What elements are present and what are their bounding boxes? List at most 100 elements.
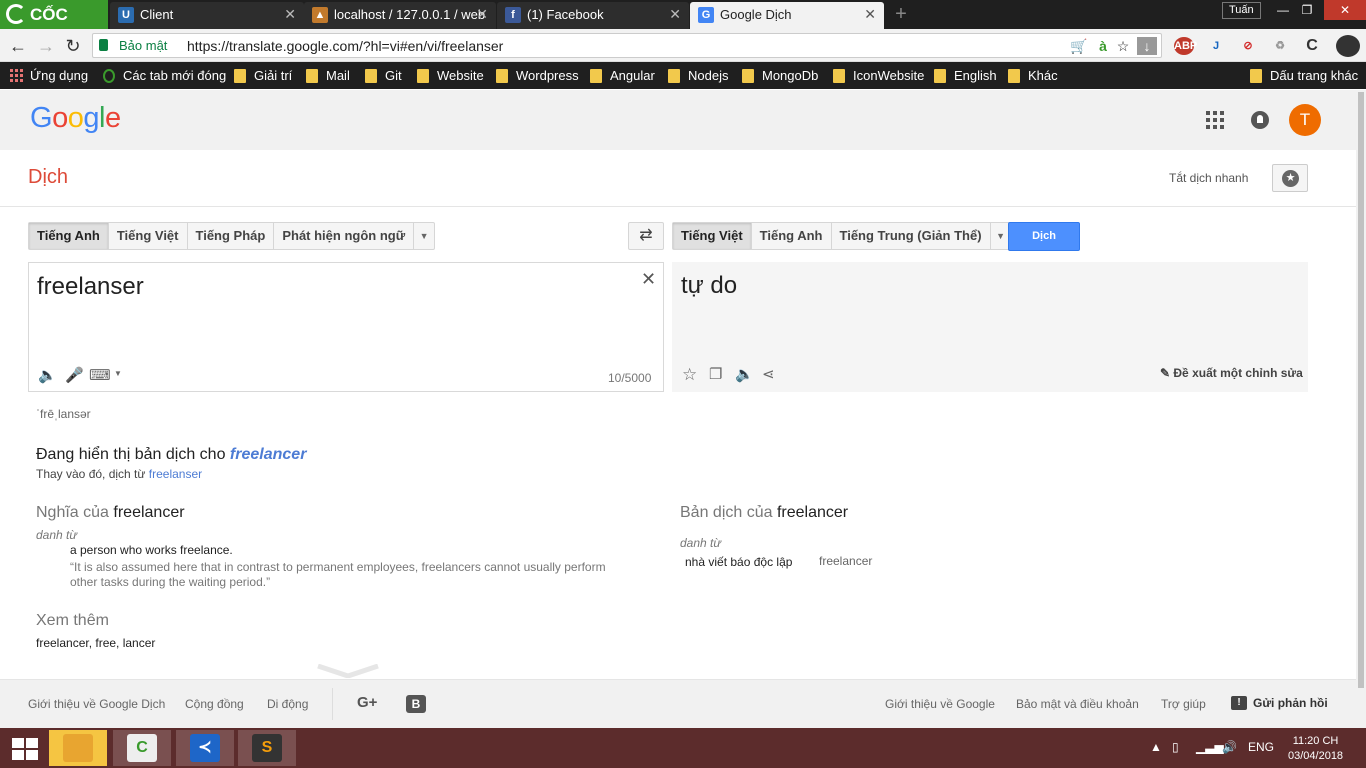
tray-overflow-icon[interactable]: ▲ [1150,740,1162,754]
taskbar-vscode[interactable]: ≺ [176,730,234,766]
windows-start-icon[interactable] [12,738,38,760]
footer-link-privacy-terms[interactable]: Bảo mật và điều khoản [1016,697,1139,711]
taskbar-file-explorer[interactable] [49,730,107,766]
source-lang-french[interactable]: Tiếng Pháp [188,223,275,249]
expand-chevron-icon[interactable] [316,664,380,678]
sidebar-toggle-icon[interactable] [1336,35,1360,57]
google-logo[interactable]: Google [30,102,121,135]
source-text-input[interactable]: freelanser [37,273,144,301]
address-bar[interactable]: Bảo mật 🛒 à ☆ ↓ [92,33,1162,58]
bookmark-folder[interactable]: Git [365,68,402,84]
instant-translation-toggle[interactable]: Tắt dịch nhanh [1169,171,1248,185]
close-window-icon[interactable]: ✕ [1324,0,1366,20]
target-lang-vietnamese[interactable]: Tiếng Việt [673,223,752,249]
bookmark-folder[interactable]: Website [417,68,484,84]
footer-link-about-google[interactable]: Giới thiệu về Google [885,697,995,711]
profile-button[interactable]: Tuấn [1222,2,1261,19]
restore-icon[interactable]: ❐ [1292,0,1322,20]
bookmark-folder[interactable]: Giải trí [234,68,292,84]
copy-icon[interactable]: ❐ [709,365,722,383]
star-icon[interactable]: ☆ [682,365,697,385]
part-of-speech: danh từ [36,528,77,542]
tab-google-translate[interactable]: G Google Dịch ✕ [690,2,884,29]
url-input[interactable] [187,34,1047,57]
bookmark-folder[interactable]: IconWebsite [833,68,924,84]
tab-phpmyadmin[interactable]: ▲ localhost / 127.0.0.1 / web ✕ [304,2,496,29]
chevron-down-icon[interactable]: ▼ [414,223,434,249]
phrasebook-button[interactable]: ★ [1272,164,1308,192]
close-tab-icon[interactable]: ✕ [476,2,488,27]
bookmark-apps[interactable]: Ứng dụng [10,68,88,84]
download-icon[interactable]: ↓ [1137,37,1157,55]
keyboard-icon[interactable]: ⌨ [89,366,111,384]
input-language[interactable]: ENG [1248,740,1274,754]
coccoc-logo[interactable]: CỐC CỐC [0,0,108,53]
battery-icon[interactable]: ▯ [1172,740,1179,754]
scrollbar-thumb[interactable] [1358,92,1364,688]
speaker-icon[interactable]: 🔈 [38,366,57,384]
tab-client[interactable]: U Client ✕ [110,2,304,29]
speaker-icon[interactable]: 🔈 [735,365,754,383]
taskbar-coccoc[interactable]: C [113,730,171,766]
original-word-link[interactable]: freelanser [149,467,202,481]
vietnamese-input-icon[interactable]: à [1093,37,1113,55]
source-lang-vietnamese[interactable]: Tiếng Việt [109,223,188,249]
notifications-bell-icon[interactable] [1251,111,1269,129]
volume-icon[interactable]: 🔊 [1222,740,1237,754]
footer-link-help[interactable]: Trợ giúp [1161,697,1206,711]
avatar[interactable]: T [1289,104,1321,136]
source-lang-detect[interactable]: Phát hiện ngôn ngữ [274,223,415,249]
see-also-words[interactable]: freelancer, free, lancer [36,636,155,650]
bookmark-folder[interactable]: Wordpress [496,68,579,84]
bookmark-folder[interactable]: Khác [1008,68,1058,84]
bookmark-star-icon[interactable]: ☆ [1113,37,1133,55]
page-scrollbar[interactable] [1356,90,1366,728]
bookmark-folder[interactable]: Nodejs [668,68,728,84]
suggest-edit-link[interactable]: ✎ Đề xuất một chỉnh sửa [1160,366,1303,380]
bookmark-recent-tabs[interactable]: Các tab mới đóng [103,68,226,84]
chevron-down-icon[interactable]: ▼ [114,369,122,378]
showing-translation-for: Đang hiển thị bản dịch cho freelancer [36,446,307,463]
recycle-icon[interactable]: ♻ [1270,37,1290,55]
block-icon[interactable]: ⊘ [1238,37,1258,55]
footer-link-community[interactable]: Cộng đồng [185,697,244,711]
corrected-word-link[interactable]: freelancer [230,446,307,463]
bookmark-other[interactable]: Dấu trang khác [1250,68,1358,84]
tab-facebook[interactable]: f (1) Facebook ✕ [497,2,689,29]
footer-link-mobile[interactable]: Di động [267,697,308,711]
close-tab-icon[interactable]: ✕ [669,2,681,27]
close-tab-icon[interactable]: ✕ [284,2,296,27]
wifi-icon[interactable]: ▁▃▅ [1196,740,1224,754]
taskbar-sublime[interactable]: S [238,730,296,766]
bookmark-folder[interactable]: MongoDb [742,68,818,84]
back-icon[interactable]: ← [7,35,29,57]
forward-icon[interactable]: → [35,35,57,57]
bookmark-folder[interactable]: Mail [306,68,350,84]
recent-tabs-icon [103,69,115,83]
swap-languages-button[interactable]: ⇄ [628,222,664,250]
shopping-cart-icon[interactable]: 🛒 [1069,37,1089,55]
google-apps-icon[interactable] [1206,111,1224,129]
clear-icon[interactable]: ✕ [641,269,656,290]
extension-j-icon[interactable]: J [1206,37,1226,55]
send-feedback-button[interactable]: Gửi phản hồi [1231,696,1328,710]
translation-word[interactable]: nhà viết báo độc lập [685,555,792,569]
bookmark-folder[interactable]: Angular [590,68,655,84]
microphone-icon[interactable]: 🎤 [65,366,84,384]
new-tab-icon[interactable]: + [890,4,912,24]
system-clock[interactable]: 11:20 CH 03/04/2018 [1288,734,1343,764]
bookmark-folder[interactable]: English [934,68,997,84]
source-text-box[interactable]: freelanser ✕ 🔈 🎤 ⌨ ▼ 10/5000 [28,262,664,392]
target-lang-chinese[interactable]: Tiếng Trung (Giản Thể) [832,223,991,249]
coccoc-menu-icon[interactable]: C [1302,37,1322,55]
footer-link-about-translate[interactable]: Giới thiệu về Google Dịch [28,697,165,711]
translate-button[interactable]: Dịch [1008,222,1080,251]
blogger-icon[interactable]: B [406,695,426,713]
google-plus-icon[interactable]: G+ [357,694,377,711]
target-lang-english[interactable]: Tiếng Anh [752,223,832,249]
reload-icon[interactable]: ↻ [62,35,84,57]
adblock-icon[interactable]: ABP [1174,37,1197,55]
share-icon[interactable]: ⋖ [762,365,775,383]
source-lang-english[interactable]: Tiếng Anh [29,223,109,249]
close-tab-icon[interactable]: ✕ [864,2,876,27]
